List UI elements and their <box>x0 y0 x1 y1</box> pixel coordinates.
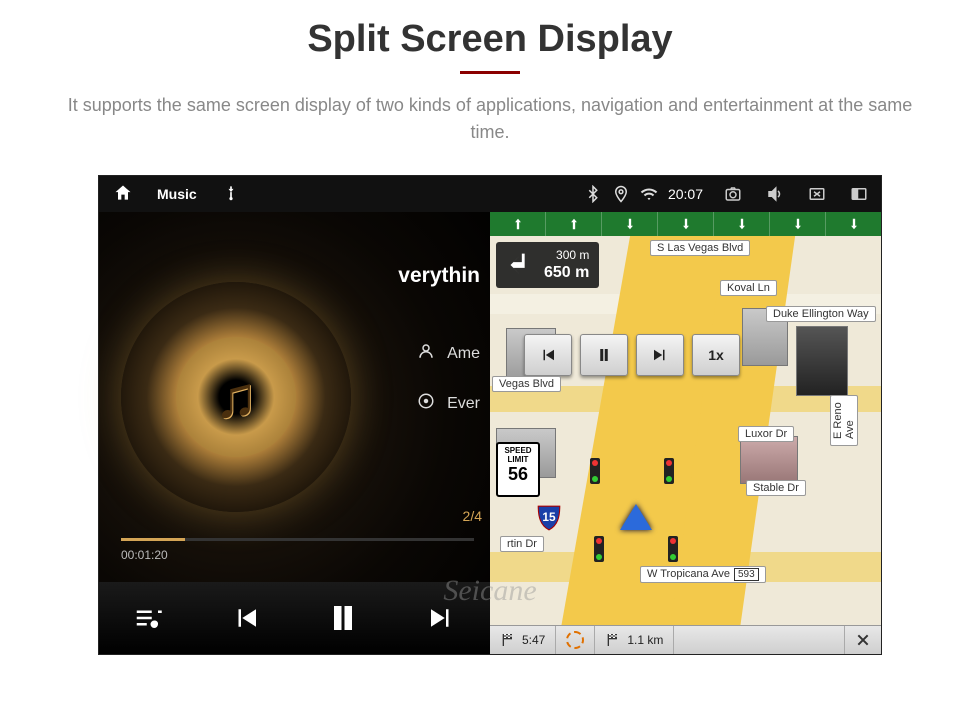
traffic-light-icon <box>590 458 600 484</box>
location-icon <box>612 185 630 203</box>
device-screen: Music 20:07 <box>99 176 881 654</box>
street-label: Luxor Dr <box>738 426 794 442</box>
lane-arrow-icon <box>490 212 546 236</box>
map-bottom-bar: 5:47 1.1 km <box>490 625 881 654</box>
traffic-light-icon <box>668 536 678 562</box>
screenshot-button[interactable] <box>717 181 749 207</box>
track-counter: 2/4 <box>463 508 482 524</box>
vehicle-position-icon <box>620 504 652 530</box>
speed-limit-value: 56 <box>498 465 538 485</box>
street-label: Stable Dr <box>746 480 806 496</box>
speed-limit-sign: SPEED LIMIT 56 <box>496 442 540 497</box>
speed-limit-label: SPEED LIMIT <box>504 446 531 464</box>
lane-arrow-down-icon <box>714 212 770 236</box>
track-title: verythin <box>398 264 480 288</box>
pause-button[interactable] <box>317 592 369 644</box>
map-canvas[interactable]: 300 m 650 m 1x SPEED LIMIT 56 15 <box>490 236 881 626</box>
progress-bar[interactable] <box>121 538 474 541</box>
statusbar-app-label: Music <box>157 186 197 202</box>
street-label: Duke Ellington Way <box>766 306 876 322</box>
distance-segment[interactable]: 1.1 km <box>595 626 674 654</box>
previous-button[interactable] <box>220 592 272 644</box>
volume-button[interactable] <box>759 181 791 207</box>
street-label: E Reno Ave <box>830 395 858 446</box>
lane-arrow-down-icon <box>658 212 714 236</box>
album-icon <box>417 392 435 415</box>
street-label: W Tropicana Ave593 <box>640 566 766 583</box>
lane-arrow-down-icon <box>770 212 826 236</box>
title-underline <box>460 71 520 74</box>
wifi-icon <box>640 185 658 203</box>
album-row: Ever <box>417 392 480 415</box>
lane-arrow-down-icon <box>826 212 881 236</box>
sim-rewind-button[interactable] <box>524 334 572 376</box>
statusbar-clock: 20:07 <box>668 186 703 202</box>
music-note-icon: ♫ <box>214 364 258 431</box>
turn-distance-next: 300 m <box>544 248 589 262</box>
sim-pause-button[interactable] <box>580 334 628 376</box>
next-button[interactable] <box>415 592 467 644</box>
traffic-light-icon <box>594 536 604 562</box>
home-icon[interactable] <box>113 183 133 206</box>
close-app-button[interactable] <box>801 181 833 207</box>
turn-distance-after: 650 m <box>544 263 589 282</box>
race-flag-icon <box>500 632 516 648</box>
music-pane: ♫ verythin Ame Ever 2/4 00:01:20 <box>99 212 490 654</box>
status-bar: Music 20:07 <box>99 176 881 212</box>
street-label: Koval Ln <box>720 280 777 296</box>
turn-instruction-panel: 300 m 650 m <box>496 242 599 288</box>
traffic-light-icon <box>664 458 674 484</box>
svg-text:15: 15 <box>542 510 556 524</box>
sim-speed-button[interactable]: 1x <box>692 334 740 376</box>
street-label: S Las Vegas Blvd <box>650 240 750 256</box>
dest-flag-icon <box>605 632 621 648</box>
close-nav-button[interactable] <box>844 626 881 654</box>
page-title: Split Screen Display <box>0 18 980 61</box>
menu-segment[interactable] <box>556 626 595 654</box>
street-label: rtin Dr <box>500 536 544 552</box>
route-options-icon <box>566 631 584 649</box>
turn-left-icon <box>502 248 536 282</box>
eta-segment[interactable]: 5:47 <box>490 626 556 654</box>
building-3d <box>740 436 798 484</box>
navigation-pane: 300 m 650 m 1x SPEED LIMIT 56 15 <box>490 212 881 654</box>
music-controls-dock <box>99 582 490 654</box>
page-description: It supports the same screen display of t… <box>50 92 930 146</box>
lane-guidance-bar <box>490 212 881 236</box>
route-shield: 593 <box>734 568 759 581</box>
usb-icon <box>221 183 241 206</box>
artist-icon <box>417 342 435 365</box>
artist-row: Ame <box>417 342 480 365</box>
artist-name: Ame <box>447 345 480 363</box>
split-screen-button[interactable] <box>843 181 875 207</box>
close-icon <box>855 632 871 648</box>
lane-arrow-icon <box>546 212 602 236</box>
playlist-button[interactable] <box>122 592 174 644</box>
lane-arrow-down-icon <box>602 212 658 236</box>
distance-value: 1.1 km <box>627 633 663 647</box>
interstate-shield-icon: 15 <box>536 504 562 532</box>
simulation-controls: 1x <box>524 334 740 376</box>
bluetooth-icon <box>584 185 602 203</box>
sim-forward-button[interactable] <box>636 334 684 376</box>
album-name: Ever <box>447 395 480 413</box>
eta-value: 5:47 <box>522 633 545 647</box>
street-label: Vegas Blvd <box>492 376 561 392</box>
time-elapsed: 00:01:20 <box>121 548 168 562</box>
album-art-disc: ♫ <box>121 282 351 512</box>
building-3d <box>796 326 848 396</box>
